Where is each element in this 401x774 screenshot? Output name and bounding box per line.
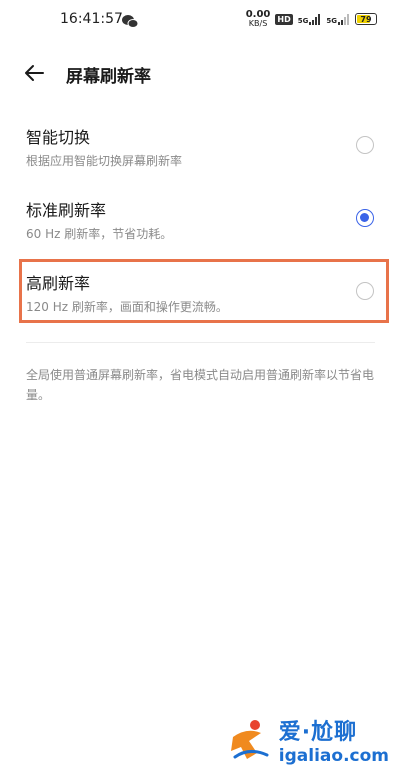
- page-header: 屏幕刷新率: [0, 52, 401, 96]
- radio-button[interactable]: [356, 136, 374, 154]
- option-subtitle: 60 Hz 刷新率，节省功耗。: [26, 227, 173, 241]
- watermark-logo: [230, 720, 269, 759]
- network-speed: 0.00 KB/S: [246, 10, 271, 28]
- battery-level: 79: [360, 14, 372, 24]
- option-smart-switch[interactable]: 智能切换 根据应用智能切换屏幕刷新率: [0, 124, 401, 184]
- highlight-box: [19, 259, 389, 323]
- arrow-left-icon[interactable]: [24, 64, 44, 86]
- signal-group-2: 5G: [326, 13, 350, 25]
- page-title: 屏幕刷新率: [66, 67, 151, 87]
- status-time: 16:41:57: [60, 11, 123, 27]
- signal-label-2: 5G: [326, 16, 337, 25]
- signal-bars-icon: [338, 13, 349, 25]
- option-title: 标准刷新率: [26, 201, 107, 220]
- signal-label-1: 5G: [297, 16, 309, 25]
- option-title: 智能切换: [26, 128, 91, 147]
- status-bar: 16:41:57 0.00 KB/S HD 5G 5G 79: [0, 0, 401, 40]
- network-speed-unit: KB/S: [248, 19, 268, 28]
- footnote-text: 全局使用普通屏幕刷新率，省电模式自动启用普通刷新率以节省电量。: [26, 368, 375, 402]
- watermark-name: 爱·尬聊: [278, 720, 358, 745]
- signal-group-1: 5G: [297, 13, 322, 25]
- status-indicators: 0.00 KB/S HD 5G 5G 79: [246, 10, 377, 28]
- option-standard-refresh[interactable]: 标准刷新率 60 Hz 刷新率，节省功耗。: [0, 197, 401, 257]
- divider: [26, 342, 375, 343]
- wechat-icon: [122, 13, 139, 32]
- radio-button[interactable]: [356, 209, 374, 227]
- watermark: 爱·尬聊 igaliao.com: [227, 714, 389, 766]
- hd-badge: HD: [275, 13, 293, 25]
- battery-icon: 79: [355, 13, 377, 25]
- watermark-url: igaliao.com: [278, 746, 389, 766]
- option-subtitle: 根据应用智能切换屏幕刷新率: [26, 154, 183, 168]
- signal-bars-icon: [309, 13, 321, 25]
